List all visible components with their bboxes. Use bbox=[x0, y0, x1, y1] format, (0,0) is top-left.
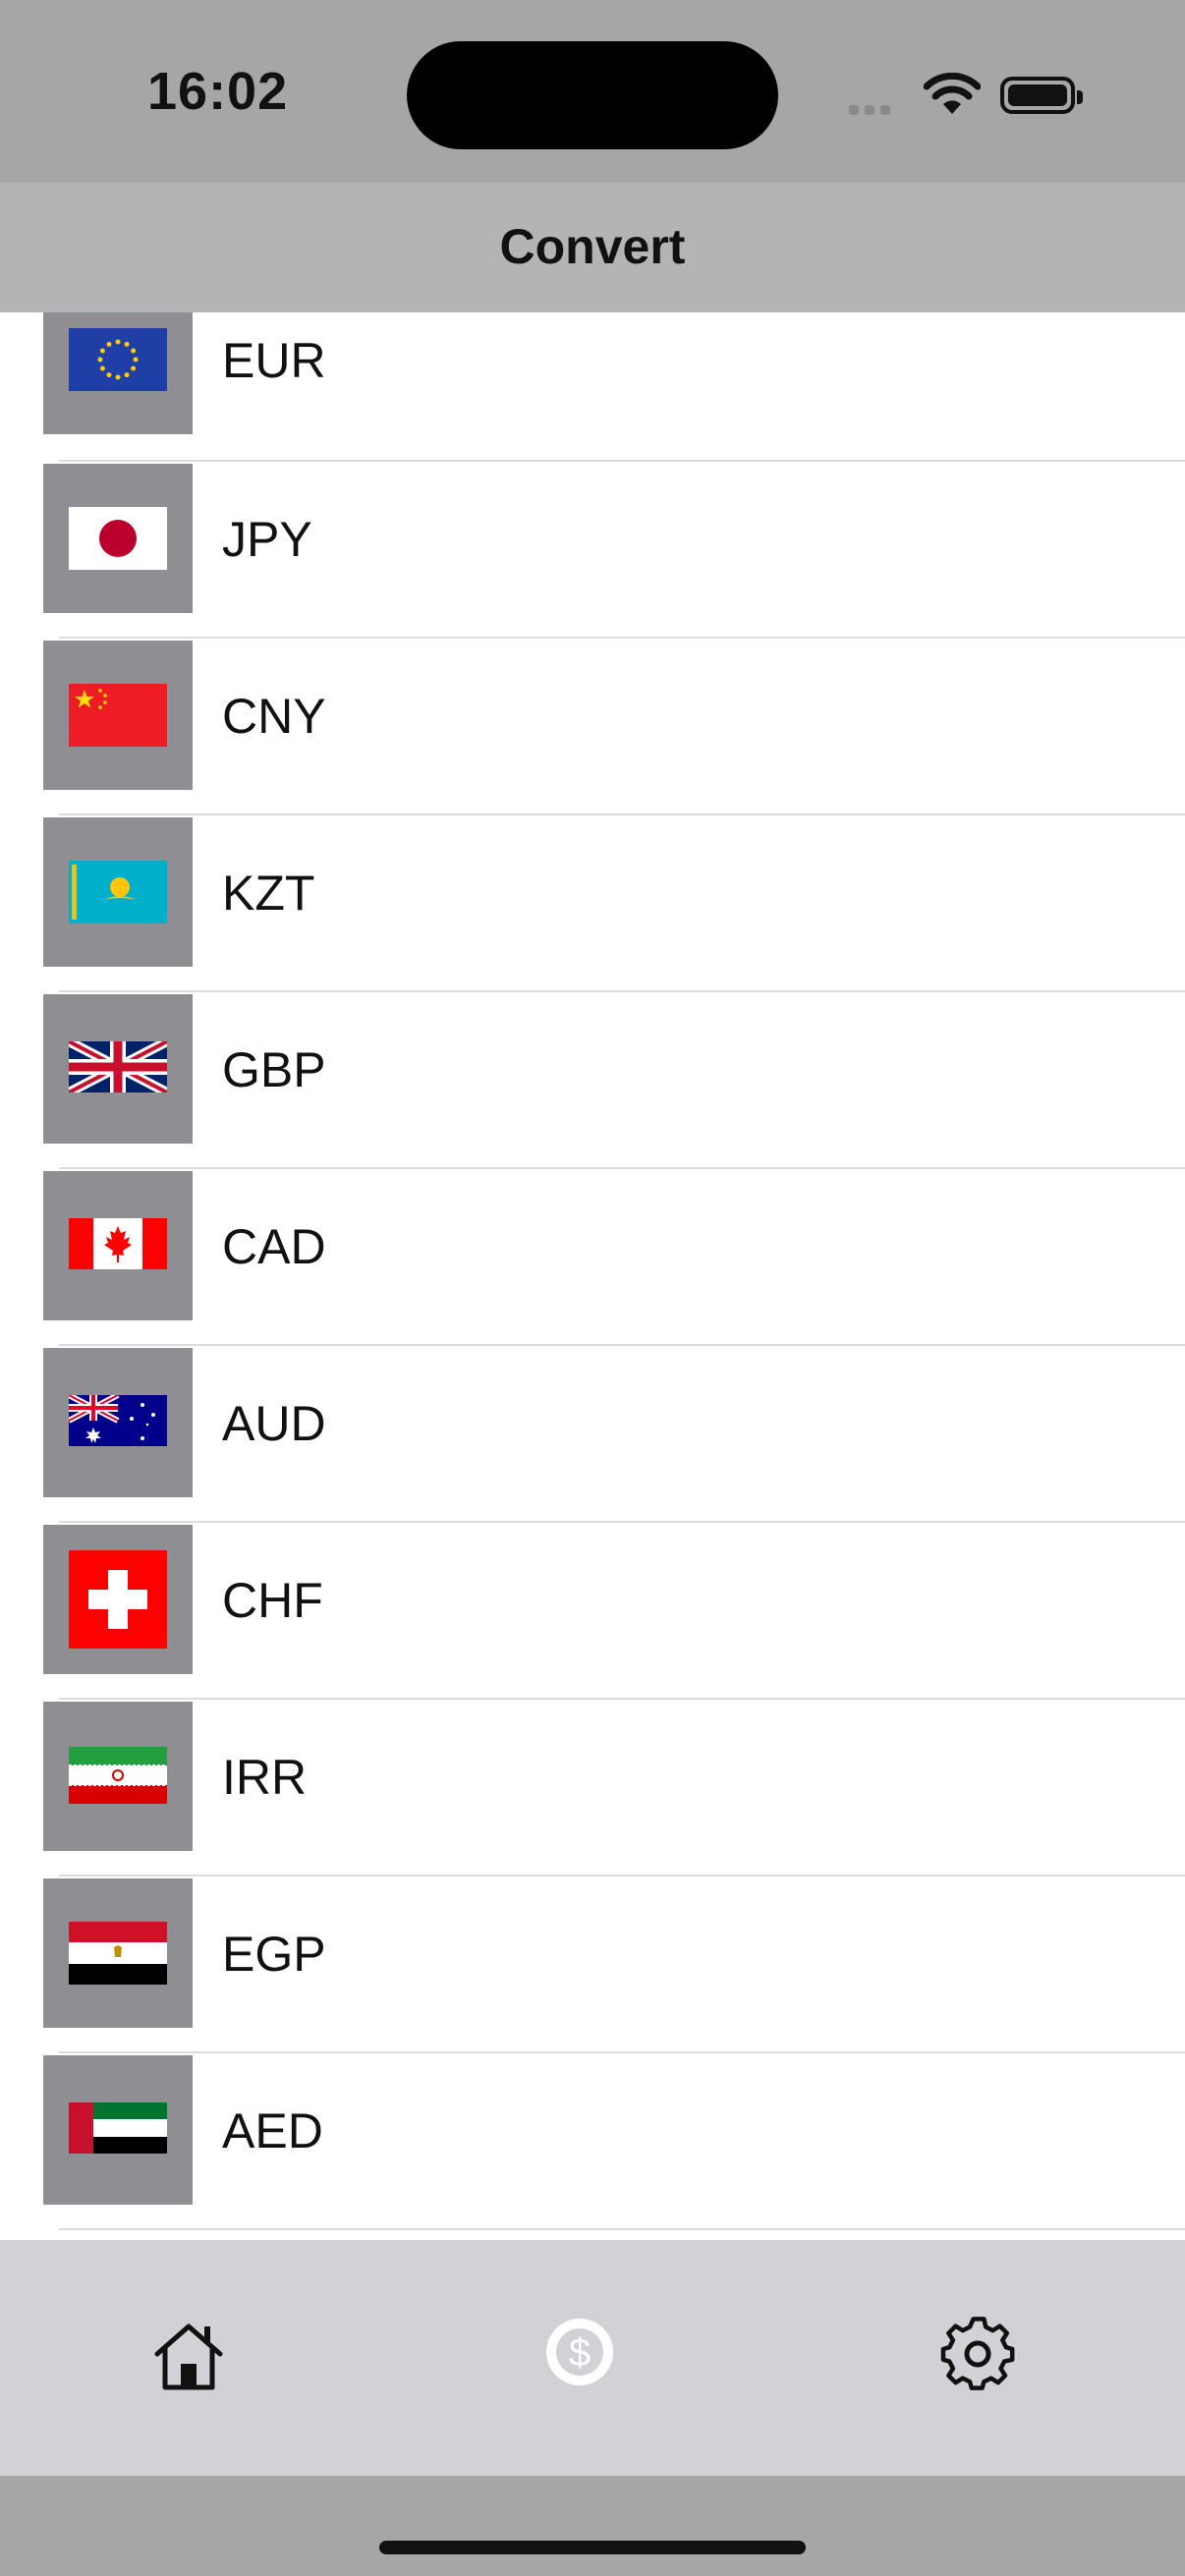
flag-thumbnail bbox=[43, 312, 193, 434]
currency-code: AED bbox=[222, 2103, 323, 2158]
flag-thumbnail bbox=[43, 994, 193, 1144]
dynamic-island bbox=[407, 41, 778, 149]
uk-flag-icon bbox=[69, 1041, 167, 1092]
currency-code: IRR bbox=[222, 1750, 308, 1805]
flag-thumbnail bbox=[43, 1171, 193, 1320]
currency-row-jpy[interactable]: JPY bbox=[0, 462, 1185, 639]
status-bar: 16:02 bbox=[0, 0, 1185, 183]
currency-code: AUD bbox=[222, 1396, 326, 1451]
currency-row-cad[interactable]: CAD bbox=[0, 1169, 1185, 1346]
home-indicator-area bbox=[0, 2476, 1185, 2576]
currency-code: CAD bbox=[222, 1219, 326, 1274]
china-flag-icon bbox=[69, 684, 167, 747]
gear-icon bbox=[940, 2317, 1015, 2390]
navigation-bar: Convert bbox=[0, 183, 1185, 312]
flag-thumbnail bbox=[43, 464, 193, 613]
switzerland-flag-icon bbox=[69, 1550, 167, 1649]
canada-flag-icon bbox=[69, 1218, 167, 1269]
currency-row-irr[interactable]: IRR bbox=[0, 1700, 1185, 1876]
flag-thumbnail bbox=[43, 817, 193, 967]
iran-flag-icon bbox=[69, 1747, 167, 1804]
currency-row-kzt[interactable]: KZT bbox=[0, 815, 1185, 992]
tab-bar: $ bbox=[0, 2240, 1185, 2476]
tab-convert[interactable]: $ bbox=[525, 2240, 643, 2476]
battery-icon bbox=[1000, 77, 1083, 114]
cellular-signal-icon bbox=[849, 102, 908, 116]
wifi-icon bbox=[923, 72, 982, 116]
currency-row-egp[interactable]: EGP bbox=[0, 1876, 1185, 2053]
tab-home[interactable] bbox=[130, 2240, 248, 2476]
australia-flag-icon bbox=[69, 1395, 167, 1446]
currency-code: EGP bbox=[222, 1927, 326, 1982]
eu-flag-icon bbox=[69, 328, 167, 391]
currency-code: CHF bbox=[222, 1573, 323, 1628]
currency-row-eur[interactable]: EUR bbox=[0, 312, 1185, 462]
flag-thumbnail bbox=[43, 1348, 193, 1497]
currency-row-cny[interactable]: CNY bbox=[0, 639, 1185, 815]
row-separator bbox=[59, 2228, 1185, 2230]
flag-thumbnail bbox=[43, 1878, 193, 2028]
currency-code: KZT bbox=[222, 866, 315, 921]
currency-row-gbp[interactable]: GBP bbox=[0, 992, 1185, 1169]
uae-flag-icon bbox=[69, 2102, 167, 2154]
currency-code: JPY bbox=[222, 512, 312, 567]
currency-code: GBP bbox=[222, 1042, 326, 1097]
status-time: 16:02 bbox=[147, 62, 289, 121]
currency-row-aud[interactable]: AUD bbox=[0, 1346, 1185, 1523]
kazakhstan-flag-icon bbox=[69, 861, 167, 924]
currency-code: CNY bbox=[222, 689, 326, 744]
currency-code: EUR bbox=[222, 333, 326, 388]
flag-thumbnail bbox=[43, 2055, 193, 2205]
home-indicator[interactable] bbox=[379, 2541, 806, 2554]
flag-thumbnail bbox=[43, 1702, 193, 1851]
home-icon bbox=[154, 2324, 223, 2390]
svg-text:$: $ bbox=[569, 2331, 591, 2375]
flag-thumbnail bbox=[43, 1525, 193, 1674]
tab-settings[interactable] bbox=[920, 2240, 1038, 2476]
currency-list[interactable]: EUR JPY CNY KZT GBP CAD AUD CHF IRR EGP … bbox=[0, 312, 1185, 2240]
egypt-flag-icon bbox=[69, 1922, 167, 1985]
flag-thumbnail bbox=[43, 641, 193, 790]
page-title: Convert bbox=[499, 219, 686, 274]
dollar-circle-icon: $ bbox=[546, 2319, 613, 2385]
currency-row-aed[interactable]: AED bbox=[0, 2053, 1185, 2230]
japan-flag-icon bbox=[69, 507, 167, 570]
currency-row-chf[interactable]: CHF bbox=[0, 1523, 1185, 1700]
